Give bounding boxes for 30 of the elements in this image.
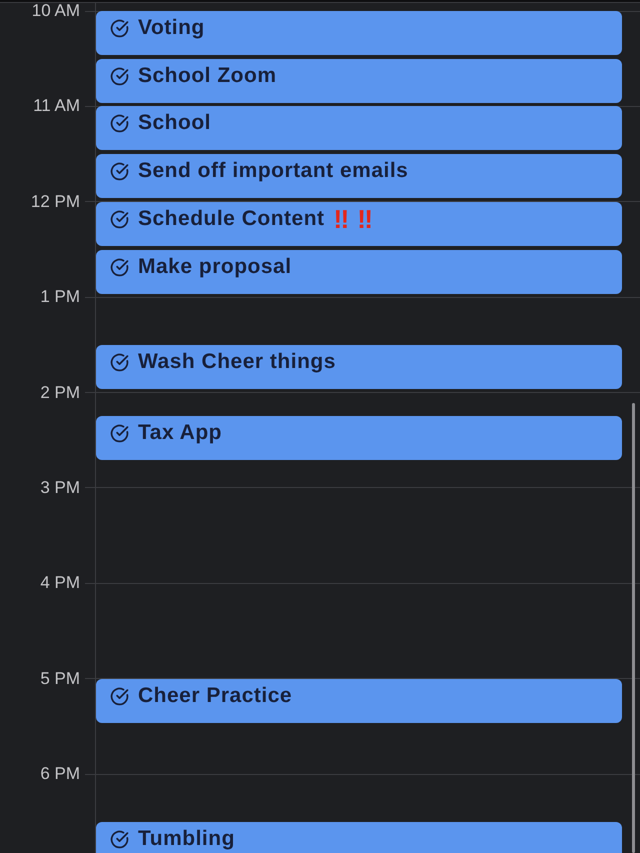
reminder-event[interactable]: Wash Cheer things [96,344,622,389]
reminder-event[interactable]: School [96,106,622,150]
reminder-event[interactable]: Cheer Practice [96,678,622,723]
check-circle-icon [110,19,129,38]
check-circle-icon [110,162,129,182]
reminder-event[interactable]: Tax App [96,416,622,460]
hour-label: 2 PM [39,384,80,401]
check-circle-icon [110,210,129,229]
hour-label: 5 PM [39,670,80,687]
hour-label: 12 PM [30,194,80,210]
scrollbar[interactable] [632,403,635,853]
hour-label: 11 AM [32,98,80,114]
hour-label: 1 PM [39,289,80,306]
check-circle-icon [110,258,129,276]
check-circle-icon [110,830,129,849]
reminder-event[interactable]: Send off important emails [96,154,622,198]
hour-label: 6 PM [39,766,80,782]
hour-label: 4 PM [39,575,80,592]
reminder-event[interactable]: School Zoom [96,58,622,103]
reminder-event[interactable]: Tumbling [96,822,622,853]
check-circle-icon [110,114,129,134]
check-circle-icon [110,424,129,444]
reminder-event[interactable]: Make proposal [96,250,622,294]
check-circle-icon [110,352,129,372]
reminder-event[interactable]: Schedule Content ‼‼ [96,202,622,246]
check-circle-icon [110,686,129,706]
reminder-event[interactable]: Voting [96,11,622,55]
hour-label: 10 AM [30,3,80,19]
check-circle-icon [110,66,129,86]
hour-label: 3 PM [39,480,80,496]
